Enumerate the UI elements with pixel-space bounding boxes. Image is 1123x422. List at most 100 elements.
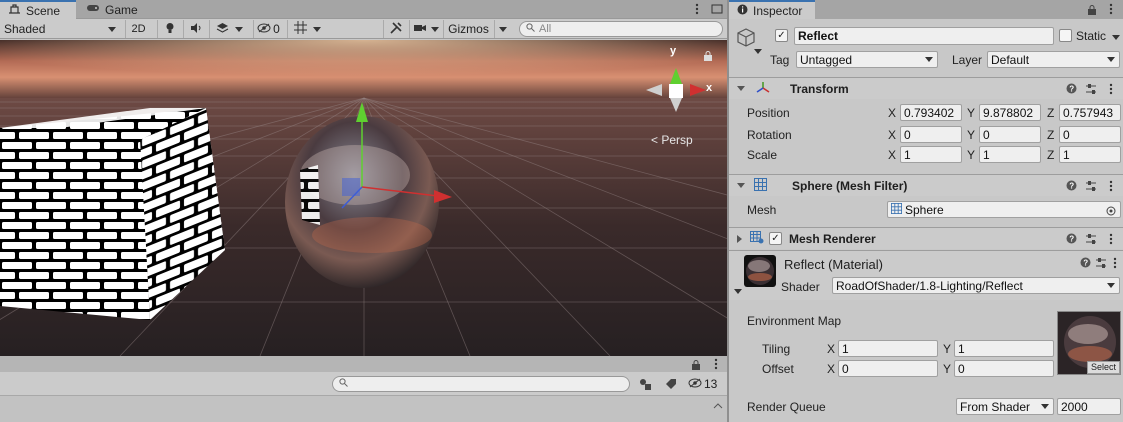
- eye-slash-icon: [257, 23, 271, 36]
- draw-mode-dropdown[interactable]: Shaded: [0, 20, 120, 38]
- mesh-grid-icon: [754, 177, 767, 194]
- kebab-menu-icon[interactable]: [1105, 180, 1117, 195]
- check-icon: ✓: [771, 232, 780, 244]
- offset-x-label: X: [827, 362, 836, 376]
- tag-dropdown[interactable]: Untagged: [796, 51, 938, 68]
- static-checkbox[interactable]: [1059, 29, 1072, 42]
- help-icon[interactable]: ?: [1066, 180, 1077, 194]
- kebab-menu-icon[interactable]: [1105, 83, 1117, 98]
- render-queue-value: 2000: [1061, 399, 1088, 414]
- presets-icon[interactable]: [1085, 233, 1097, 248]
- grid-dropdown[interactable]: [287, 20, 327, 38]
- mesh-value: Sphere: [905, 202, 944, 217]
- tab-inspector-label: Inspector: [753, 3, 803, 18]
- offset-y-field[interactable]: 0: [954, 360, 1054, 377]
- offset-x-field[interactable]: 0: [838, 360, 938, 377]
- hidden-packages-count: 13: [704, 377, 718, 391]
- static-label: Static: [1076, 29, 1107, 43]
- tab-game[interactable]: Game: [78, 0, 148, 19]
- help-icon[interactable]: ?: [1080, 257, 1091, 271]
- hidden-objects-toggle[interactable]: 0: [253, 20, 283, 38]
- lighting-toggle[interactable]: [157, 20, 181, 38]
- hidden-packages-toggle[interactable]: 13: [688, 377, 717, 391]
- position-x-label: X: [888, 106, 897, 120]
- scale-y-value: 1: [983, 147, 990, 162]
- scale-x-label: X: [888, 148, 897, 162]
- hidden-count: 0: [273, 22, 280, 36]
- mesh-filter-header[interactable]: Sphere (Mesh Filter) ?: [729, 174, 1123, 196]
- gamepad-icon: [86, 3, 100, 16]
- tag-icon[interactable]: [665, 378, 677, 393]
- gizmos-button[interactable]: Gizmos: [443, 20, 493, 38]
- audio-toggle[interactable]: [183, 20, 207, 38]
- position-z-field[interactable]: 0.757943: [1059, 104, 1121, 121]
- presets-icon[interactable]: [1085, 180, 1097, 195]
- position-y-value: 9.878802: [983, 105, 1034, 120]
- active-checkbox[interactable]: ✓: [775, 29, 788, 42]
- tab-scene-label: Scene: [26, 3, 61, 18]
- mesh-renderer-enabled-checkbox[interactable]: ✓: [769, 232, 782, 245]
- rotation-x-field[interactable]: 0: [900, 126, 962, 143]
- shader-dropdown[interactable]: RoadOfShader/1.8-Lighting/Reflect: [832, 277, 1120, 294]
- tiling-x-field[interactable]: 1: [838, 340, 938, 357]
- object-picker-icon[interactable]: [1106, 205, 1116, 217]
- scene-viewport[interactable]: y x < Persp: [0, 40, 727, 356]
- lock-icon[interactable]: [1087, 4, 1097, 18]
- persp-label[interactable]: < Persp: [651, 133, 693, 147]
- kebab-menu-icon[interactable]: [1105, 233, 1117, 248]
- mesh-renderer-header[interactable]: ✓ Mesh Renderer ?: [729, 227, 1123, 249]
- scale-y-field[interactable]: 1: [979, 146, 1041, 163]
- mesh-label: Mesh: [747, 203, 777, 217]
- render-queue-mode: From Shader: [960, 399, 1031, 414]
- scene-icon: [8, 3, 21, 18]
- presets-icon[interactable]: [1085, 83, 1097, 98]
- axis-x-label: x: [706, 82, 713, 94]
- mesh-object-field[interactable]: Sphere: [887, 201, 1121, 218]
- object-name-field[interactable]: Reflect: [794, 27, 1054, 45]
- tab-inspector[interactable]: Inspector: [729, 0, 815, 19]
- material-header[interactable]: Reflect (Material) Shader RoadOfShader/1…: [729, 250, 1123, 300]
- render-queue-mode-dropdown[interactable]: From Shader: [956, 398, 1054, 415]
- scale-z-field[interactable]: 1: [1059, 146, 1121, 163]
- kebab-menu-icon[interactable]: [1109, 257, 1121, 272]
- rotation-z-field[interactable]: 0: [1059, 126, 1121, 143]
- position-y-label: Y: [967, 106, 976, 120]
- tools-button[interactable]: [383, 20, 407, 38]
- kebab-menu-icon[interactable]: [710, 358, 722, 373]
- render-queue-value-field[interactable]: 2000: [1057, 398, 1121, 415]
- lock-icon[interactable]: [691, 359, 701, 373]
- search-icon: [526, 23, 535, 35]
- rotation-y-field[interactable]: 0: [979, 126, 1041, 143]
- position-x-field[interactable]: 0.793402: [900, 104, 962, 121]
- bottom-panel-header: [0, 356, 727, 372]
- position-y-field[interactable]: 9.878802: [979, 104, 1041, 121]
- camera-dropdown[interactable]: [409, 20, 441, 38]
- kebab-menu-icon[interactable]: [1105, 3, 1117, 18]
- presets-icon[interactable]: [1095, 257, 1107, 272]
- project-search-input[interactable]: [332, 376, 630, 392]
- maximize-icon[interactable]: [710, 3, 724, 15]
- kebab-menu-icon[interactable]: [690, 3, 704, 15]
- chevron-down-icon[interactable]: [754, 49, 762, 54]
- transform-header[interactable]: Transform ?: [729, 77, 1123, 99]
- eye-slash-icon: [688, 377, 702, 391]
- select-texture-button[interactable]: Select: [1086, 361, 1120, 374]
- tiling-y-field[interactable]: 1: [954, 340, 1054, 357]
- layer-dropdown[interactable]: Default: [987, 51, 1120, 68]
- scale-x-field[interactable]: 1: [900, 146, 962, 163]
- lock-icon[interactable]: [703, 50, 713, 61]
- object-name: Reflect: [798, 29, 839, 43]
- scene-search-input[interactable]: All: [519, 21, 723, 37]
- mode-2d-button[interactable]: 2D: [125, 20, 151, 38]
- help-icon[interactable]: ?: [1066, 83, 1077, 97]
- help-icon[interactable]: ?: [1066, 233, 1077, 247]
- environment-map-texture-slot[interactable]: Select: [1057, 311, 1121, 375]
- chevron-down-icon[interactable]: [1112, 35, 1120, 40]
- gizmos-dropdown[interactable]: [494, 20, 510, 38]
- chevron-down-icon: [313, 26, 321, 32]
- grid-icon: [294, 21, 307, 37]
- scrollbar-arrow-icon[interactable]: [713, 400, 723, 410]
- tab-scene[interactable]: Scene: [0, 0, 76, 19]
- filter-type-icon[interactable]: [639, 378, 652, 393]
- effects-dropdown[interactable]: [209, 20, 249, 38]
